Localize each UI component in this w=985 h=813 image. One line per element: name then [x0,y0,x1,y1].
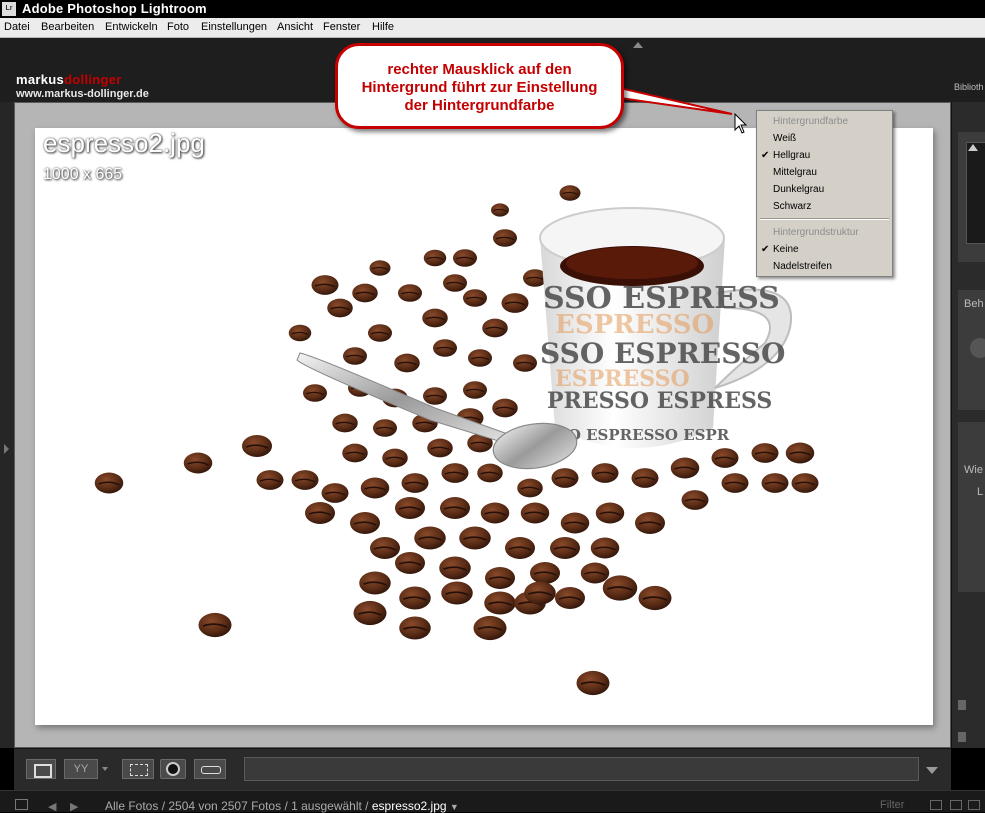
right-panel: Beh Wie L [951,102,985,748]
expand-left-panel-icon[interactable] [4,444,9,454]
photo-dimensions-overlay: 1000 x 665 [43,166,123,183]
eyedropper-icon[interactable] [970,338,985,358]
forward-arrow-icon[interactable]: ▶ [70,800,78,813]
menu-bearbeiten[interactable]: Bearbeiten [41,21,94,33]
mug-text-4: SO ESPRESSO ESPR [557,426,730,444]
context-menu: Hintergrundfarbe Weiß ✔ Hellgrau Mittelgr… [756,110,893,277]
menu-foto[interactable]: Foto [167,21,189,33]
left-panel-collapsed [0,102,14,748]
menu-fenster[interactable]: Fenster [323,21,360,33]
panel-label-beh: Beh [964,298,984,310]
ctx-item-white[interactable]: Weiß [757,130,892,147]
ctx-item-lightgray[interactable]: ✔ Hellgrau [757,147,892,164]
ctx-item-none-label: Keine [773,244,799,255]
title-bar: Lr Adobe Photoshop Lightroom [0,0,985,18]
compare-view-button[interactable]: YY [64,759,98,779]
callout-pointer [620,86,733,115]
ctx-item-darkgray[interactable]: Dunkelgrau [757,181,892,198]
checkmark-icon: ✔ [761,150,770,161]
svg-text:ESPRESSO: ESPRESSO [555,366,690,392]
back-arrow-icon[interactable]: ◀ [48,800,56,813]
grid-view-icon[interactable] [15,799,28,810]
crop-overlay-button[interactable] [122,759,154,779]
logo-part1: markus [16,72,65,87]
ctx-item-mediumgray-label: Mittelgrau [773,167,817,178]
filter-toggle-icon-2[interactable] [950,800,962,810]
toolbar-content-area[interactable] [244,757,919,781]
ctx-item-lightgray-label: Hellgrau [773,150,811,161]
window-title: Adobe Photoshop Lightroom [22,1,207,16]
callout-line-2: Hintergrund führt zur Einstellung [361,79,598,96]
loupe-view-button[interactable] [26,759,56,779]
menu-hilfe[interactable]: Hilfe [372,21,394,33]
brand-logo: markusdollinger [16,72,122,87]
spot-removal-button[interactable] [160,759,186,779]
bottom-toolbar: YY [14,748,951,790]
menu-entwickeln[interactable]: Entwickeln [105,21,158,33]
menu-bar: Datei Bearbeiten Entwickeln Foto Einstel… [0,18,985,38]
ctx-item-pinstripes-label: Nadelstreifen [773,261,832,272]
scroll-stop-icon[interactable] [958,700,966,710]
ctx-item-pinstripes[interactable]: Nadelstreifen [757,258,892,275]
filter-label[interactable]: Filter [880,799,904,811]
ctx-item-mediumgray[interactable]: Mittelgrau [757,164,892,181]
callout-line-3: der Hintergrundfarbe [404,97,555,114]
clipping-indicator-icon[interactable] [968,144,978,151]
histogram-panel [958,132,985,262]
status-bar: ◀ ▶ Alle Fotos / 2504 von 2507 Fotos / 1… [0,790,985,813]
mouse-cursor-icon [734,113,748,134]
compare-dropdown-icon[interactable] [102,767,108,771]
metadata-panel [958,422,985,592]
callout-line-1: rechter Mausklick auf den [387,61,572,78]
ctx-item-black[interactable]: Schwarz [757,198,892,215]
annotation-callout: rechter Mausklick auf den Hintergrund fü… [335,43,624,129]
ctx-header-background-structure: Hintergrundstruktur [773,227,859,238]
collapse-top-panel-icon[interactable] [633,42,643,48]
menu-einstellungen[interactable]: Einstellungen [201,21,267,33]
menu-ansicht[interactable]: Ansicht [277,21,313,33]
svg-text:ESPRESSO: ESPRESSO [555,310,714,340]
toolbar-options-dropdown-icon[interactable] [926,767,938,774]
panel-label-wie: Wie [964,464,983,476]
ctx-item-white-label: Weiß [773,133,797,144]
ctx-item-none[interactable]: ✔ Keine [757,241,892,258]
histogram [966,142,985,244]
ctx-item-black-label: Schwarz [773,201,812,212]
brand-url: www.markus-dollinger.de [16,88,149,100]
ctx-header-background-color: Hintergrundfarbe [773,116,849,127]
slideshow-button[interactable] [194,759,226,779]
ctx-item-darkgray-label: Dunkelgrau [773,184,825,195]
logo-part2: dollinger [64,72,122,87]
checkmark-icon-2: ✔ [761,244,770,255]
module-picker-library[interactable]: Biblioth [954,82,984,92]
espresso-cup: SSO ESPRESS SSO ESPRESSO PRESSO ESPRESS … [539,207,793,448]
filter-toggle-icon[interactable] [930,800,942,810]
filter-toggle-icon-3[interactable] [968,800,980,810]
scroll-stop-icon-2[interactable] [958,732,966,742]
app-icon: Lr [2,2,16,16]
panel-label-l: L [977,486,984,498]
photo-filename-overlay: espresso2.jpg [43,128,205,158]
menu-datei[interactable]: Datei [4,21,30,33]
ctx-separator [760,218,889,220]
